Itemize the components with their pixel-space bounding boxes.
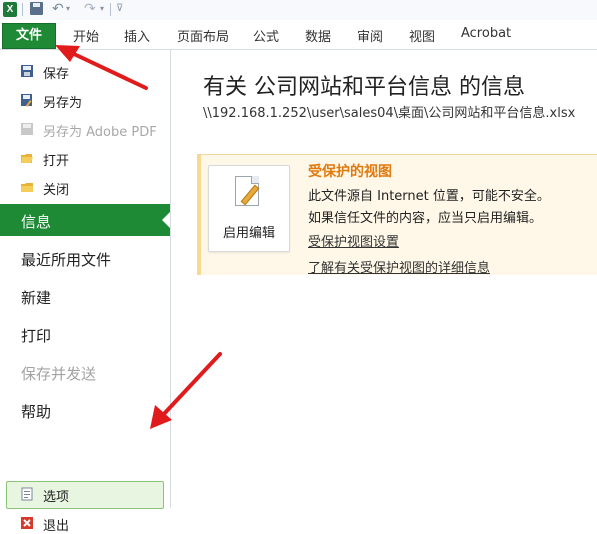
protected-view-line2: 如果信任文件的内容，应当只启用编辑。	[308, 211, 543, 226]
menu-options[interactable]: 选项	[0, 483, 170, 505]
menu-close-label: 关闭	[43, 183, 70, 198]
backstage-menu: 保存 另存为 另存为 Adobe PDF 打开 关闭 信息 最近所用文件 新建 …	[0, 50, 171, 534]
protected-view-learn-more-link[interactable]: 了解有关受保护视图的详细信息	[308, 257, 490, 276]
menu-exit-label: 退出	[43, 519, 70, 534]
menu-help[interactable]: 帮助	[0, 394, 170, 426]
ribbon-tabs: 文件 开始 插入 页面布局 公式 数据 审阅 视图 Acrobat	[0, 20, 597, 50]
tab-insert[interactable]: 插入	[124, 26, 150, 45]
customize-toolbar-icon[interactable]: ⊽	[116, 2, 130, 16]
folder-open-icon	[21, 154, 33, 163]
menu-exit[interactable]: 退出	[0, 512, 170, 534]
undo-icon[interactable]: ↶	[52, 2, 66, 16]
menu-info[interactable]: 信息	[0, 204, 170, 236]
tab-home[interactable]: 开始	[73, 26, 99, 45]
menu-open-label: 打开	[43, 154, 70, 169]
menu-print-label: 打印	[21, 327, 52, 345]
tab-data[interactable]: 数据	[305, 26, 331, 45]
enable-editing-button[interactable]: 启用编辑	[208, 165, 290, 252]
quick-access-toolbar: X ↶ ▾ ↷ ▾ ⊽	[0, 0, 597, 20]
folder-close-icon	[21, 183, 33, 192]
tab-file[interactable]: 文件	[2, 23, 56, 49]
menu-close[interactable]: 关闭	[0, 176, 170, 198]
toolbar-separator	[110, 3, 111, 16]
menu-save-as[interactable]: 另存为	[0, 89, 170, 111]
menu-print[interactable]: 打印	[0, 318, 170, 350]
redo-icon[interactable]: ↷	[84, 2, 98, 16]
excel-app-icon: X	[3, 2, 17, 17]
protected-view-line1: 此文件源自 Internet 位置，可能不安全。	[308, 189, 550, 204]
menu-recent-label: 最近所用文件	[21, 251, 112, 269]
tab-review[interactable]: 审阅	[357, 26, 383, 45]
pdf-icon	[21, 123, 33, 135]
save-as-icon	[21, 94, 32, 107]
menu-save-label: 保存	[43, 67, 70, 82]
menu-save-as-pdf-label: 另存为 Adobe PDF	[43, 125, 157, 140]
menu-save-send-label: 保存并发送	[21, 365, 97, 383]
tab-acrobat[interactable]: Acrobat	[461, 26, 511, 41]
info-panel: 有关 公司网站和平台信息 的信息 \\192.168.1.252\user\sa…	[171, 50, 597, 508]
protected-view-heading: 受保护的视图	[308, 164, 392, 180]
menu-open[interactable]: 打开	[0, 147, 170, 169]
file-path: \\192.168.1.252\user\sales04\桌面\公司网站和平台信…	[203, 106, 576, 121]
protected-view-box: 启用编辑 受保护的视图 此文件源自 Internet 位置，可能不安全。 如果信…	[197, 154, 597, 276]
menu-info-label: 信息	[21, 213, 52, 231]
enable-editing-label: 启用编辑	[222, 226, 275, 241]
menu-recent[interactable]: 最近所用文件	[0, 242, 170, 274]
tab-view[interactable]: 视图	[409, 26, 435, 45]
undo-dropdown-icon[interactable]: ▾	[66, 2, 80, 16]
toolbar-separator	[22, 3, 23, 16]
page-title: 有关 公司网站和平台信息 的信息	[203, 75, 525, 100]
menu-save-as-pdf: 另存为 Adobe PDF	[0, 118, 170, 140]
options-icon	[21, 487, 33, 501]
tab-formulas[interactable]: 公式	[253, 26, 279, 45]
save-icon[interactable]	[30, 2, 43, 15]
protected-view-settings-link[interactable]: 受保护视图设置	[308, 231, 399, 250]
menu-options-label: 选项	[43, 490, 70, 505]
menu-save-as-label: 另存为	[43, 96, 83, 111]
save-icon	[21, 65, 33, 77]
redo-dropdown-icon[interactable]: ▾	[100, 2, 114, 16]
menu-save-send: 保存并发送	[0, 356, 170, 388]
menu-new-label: 新建	[21, 289, 52, 307]
tab-page-layout[interactable]: 页面布局	[177, 26, 229, 45]
menu-save[interactable]: 保存	[0, 60, 170, 82]
menu-new[interactable]: 新建	[0, 280, 170, 312]
exit-icon	[21, 517, 33, 529]
menu-help-label: 帮助	[21, 403, 52, 421]
